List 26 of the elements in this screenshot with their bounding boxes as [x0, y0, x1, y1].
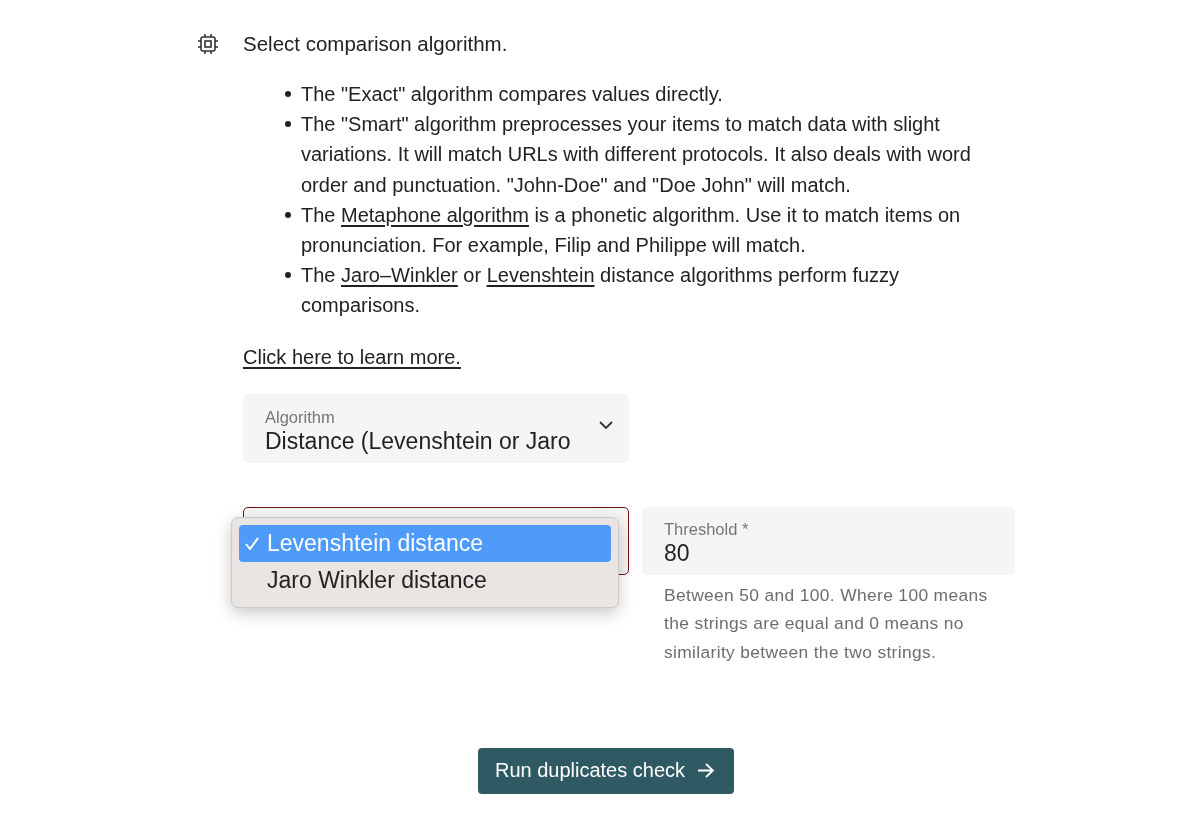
- select-value: Distance (Levenshtein or Jaro: [265, 426, 571, 456]
- link[interactable]: Metaphone algorithm: [341, 203, 529, 226]
- field-label: Algorithm: [265, 406, 335, 427]
- arrow-right-icon: [697, 763, 715, 779]
- bullet-icon: [285, 91, 291, 97]
- bullet-text: The Jaro–Winkler or Levenshtein distance algorithms perform fuzzy comparisons.: [301, 263, 901, 319]
- learn-more-link[interactable]: Click here to learn more.: [243, 341, 461, 372]
- field-label: Threshold *: [664, 518, 749, 539]
- link[interactable]: Jaro–Winkler: [341, 264, 458, 287]
- check-icon: [245, 536, 259, 550]
- helper-text: Between 50 and 100. Where 100 means the strings are equal and 0 means no similarity between the two strings.: [664, 583, 989, 665]
- bullet-icon: [285, 272, 291, 279]
- input-value: 80: [664, 538, 690, 568]
- algorithm-select[interactable]: Algorithm Distance (Levenshtein or Jaro: [243, 393, 629, 463]
- bullet-icon: [285, 121, 291, 128]
- bullet-text: The Metaphone algorithm is a phonetic algorithm. Use it to match items on pronunciation. For example, Filip and Philippe will match.: [301, 202, 962, 258]
- threshold-input-field[interactable]: Threshold * 80: [642, 506, 1015, 575]
- processor-chip-icon: [197, 33, 219, 55]
- chevron-down-icon: [599, 421, 613, 430]
- run-check-button[interactable]: Run duplicates check: [477, 747, 735, 794]
- menu-option[interactable]: Jaro Winkler distance: [239, 561, 611, 599]
- bullet-text: The "Smart" algorithm preprocesses your items to match data with slight variations. It will match URLs with different protocols. It also deals with word order and punctuation. "John-Doe" and "Doe John" will match.: [301, 112, 972, 198]
- bullet-text: The "Exact" algorithm compares values directly.: [301, 82, 723, 107]
- link[interactable]: Levenshtein: [486, 264, 595, 287]
- section-title: Select comparison algorithm.: [243, 31, 508, 57]
- bullet-icon: [285, 211, 291, 218]
